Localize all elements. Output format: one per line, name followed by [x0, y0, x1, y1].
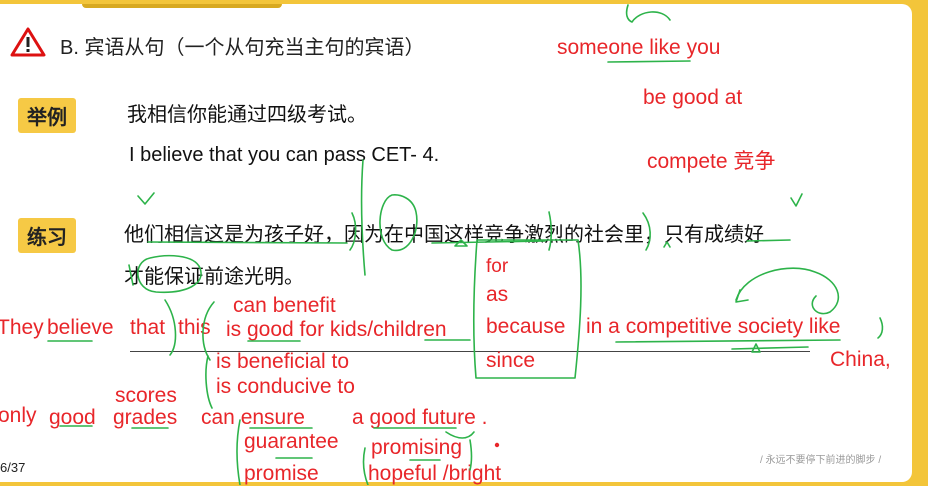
- note-only: only: [0, 404, 37, 427]
- note-compete: compete 竞争: [647, 150, 776, 173]
- footer-slogan: / 永远不要停下前进的脚步 /: [760, 455, 882, 466]
- note-because: because: [486, 315, 566, 338]
- page-number: 6/37: [0, 460, 26, 475]
- warning-icon: [10, 27, 46, 57]
- section-heading: B. 宾语从句（一个从句充当主句的宾语）: [60, 37, 425, 59]
- note-hopeful-bright: hopeful /bright: [368, 462, 502, 485]
- example-english: I believe that you can pass CET- 4.: [129, 144, 440, 166]
- note-guarantee: guarantee: [244, 430, 339, 453]
- practice-tag: 练习: [18, 218, 76, 253]
- note-be-good-at: be good at: [643, 86, 743, 109]
- note-this: this: [178, 316, 211, 339]
- note-for: for: [486, 256, 509, 277]
- note-scores: scores: [115, 384, 177, 407]
- note-is-beneficial: is beneficial to: [216, 350, 350, 373]
- note-can-ensure: can ensure: [201, 406, 305, 429]
- note-is-good-for: is good for kids/children: [226, 318, 447, 341]
- example-chinese: 我相信你能通过四级考试。: [127, 102, 367, 126]
- note-is-conducive: is conducive to: [216, 375, 355, 398]
- note-promising: promising: [371, 436, 463, 459]
- practice-chinese-line1: 他们相信这是为孩子好，因为在中国这样竞争激烈的社会里，只有成绩好: [124, 222, 764, 246]
- slide-top-tab: [82, 4, 282, 8]
- note-in-competitive-society: in a competitive society like: [586, 315, 841, 338]
- note-can-benefit: can benefit: [233, 294, 336, 317]
- note-promise: promise: [244, 462, 319, 485]
- note-as: as: [486, 283, 509, 306]
- example-tag: 举例: [18, 98, 76, 133]
- note-china: China,: [830, 348, 891, 371]
- note-that: that: [130, 316, 166, 339]
- note-believe: believe: [47, 316, 114, 339]
- practice-chinese-line2: 才能保证前途光明。: [124, 264, 304, 288]
- note-a-good-future: a good future .: [352, 406, 488, 429]
- note-grades: grades: [113, 406, 178, 429]
- note-since: since: [486, 349, 536, 372]
- note-someone-like-you: someone like you: [557, 36, 721, 59]
- note-they: They: [0, 316, 44, 339]
- note-good: good: [49, 406, 96, 429]
